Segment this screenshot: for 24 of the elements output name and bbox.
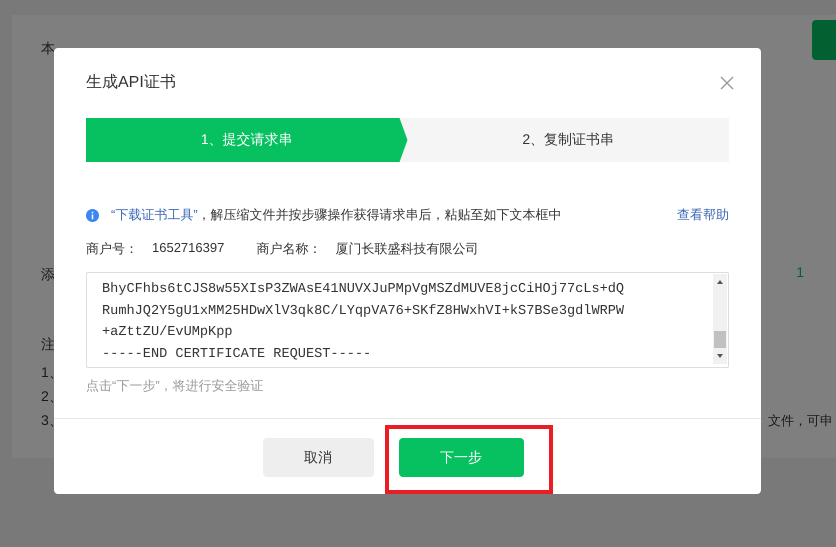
background-count: 1 <box>796 264 804 280</box>
dialog-title: 生成API证书 <box>86 72 176 93</box>
merchant-id-label: 商户号： <box>86 240 138 258</box>
help-link[interactable]: 查看帮助 <box>677 206 729 224</box>
download-tool-link[interactable]: “下载证书工具” <box>111 206 198 224</box>
background-text: 1、 <box>41 364 63 382</box>
background-text: 添 <box>41 266 55 284</box>
close-icon[interactable] <box>720 76 734 90</box>
notice-text: ，解压缩文件并按步骤操作获得请求串后，粘贴至如下文本框中 <box>198 206 563 224</box>
hint-text: 点击“下一步”，将进行安全验证 <box>86 377 265 395</box>
background-text: 本 <box>41 40 55 58</box>
info-icon <box>86 208 99 222</box>
background-text: 2、 <box>41 388 63 406</box>
background-button[interactable] <box>812 20 836 60</box>
request-text-field[interactable]: BhyCFhbs6tCJS8w55XIsP3ZWAsE41NUVXJuPMpVgMSZdMUVE8jcCiHOj77cLs+dQ RumhJQ2Y5gU1xMM25HDwXlV3qk8C/LYqpVA76+SKfZ8HWxhVI+kS7BSe3gdlWRPW +aZttZU/EvUMpKpp -----END CERTIFICATE REQUEST----- <box>86 272 729 368</box>
scrollbar-drawing[interactable] <box>713 274 727 364</box>
background-text: 文件，可申 <box>768 412 833 430</box>
background-text: 3、 <box>41 412 63 430</box>
merchant-name-label: 商户名称： <box>256 240 322 258</box>
cancel-button[interactable]: 取消 <box>262 438 374 477</box>
background-text: 注 <box>41 336 55 354</box>
step-tab[interactable]: 2、复制证书串 <box>408 118 729 162</box>
merchant-name: 厦门长联盛科技有限公司 <box>335 240 478 258</box>
merchant-id: 1652716397 <box>152 240 224 257</box>
